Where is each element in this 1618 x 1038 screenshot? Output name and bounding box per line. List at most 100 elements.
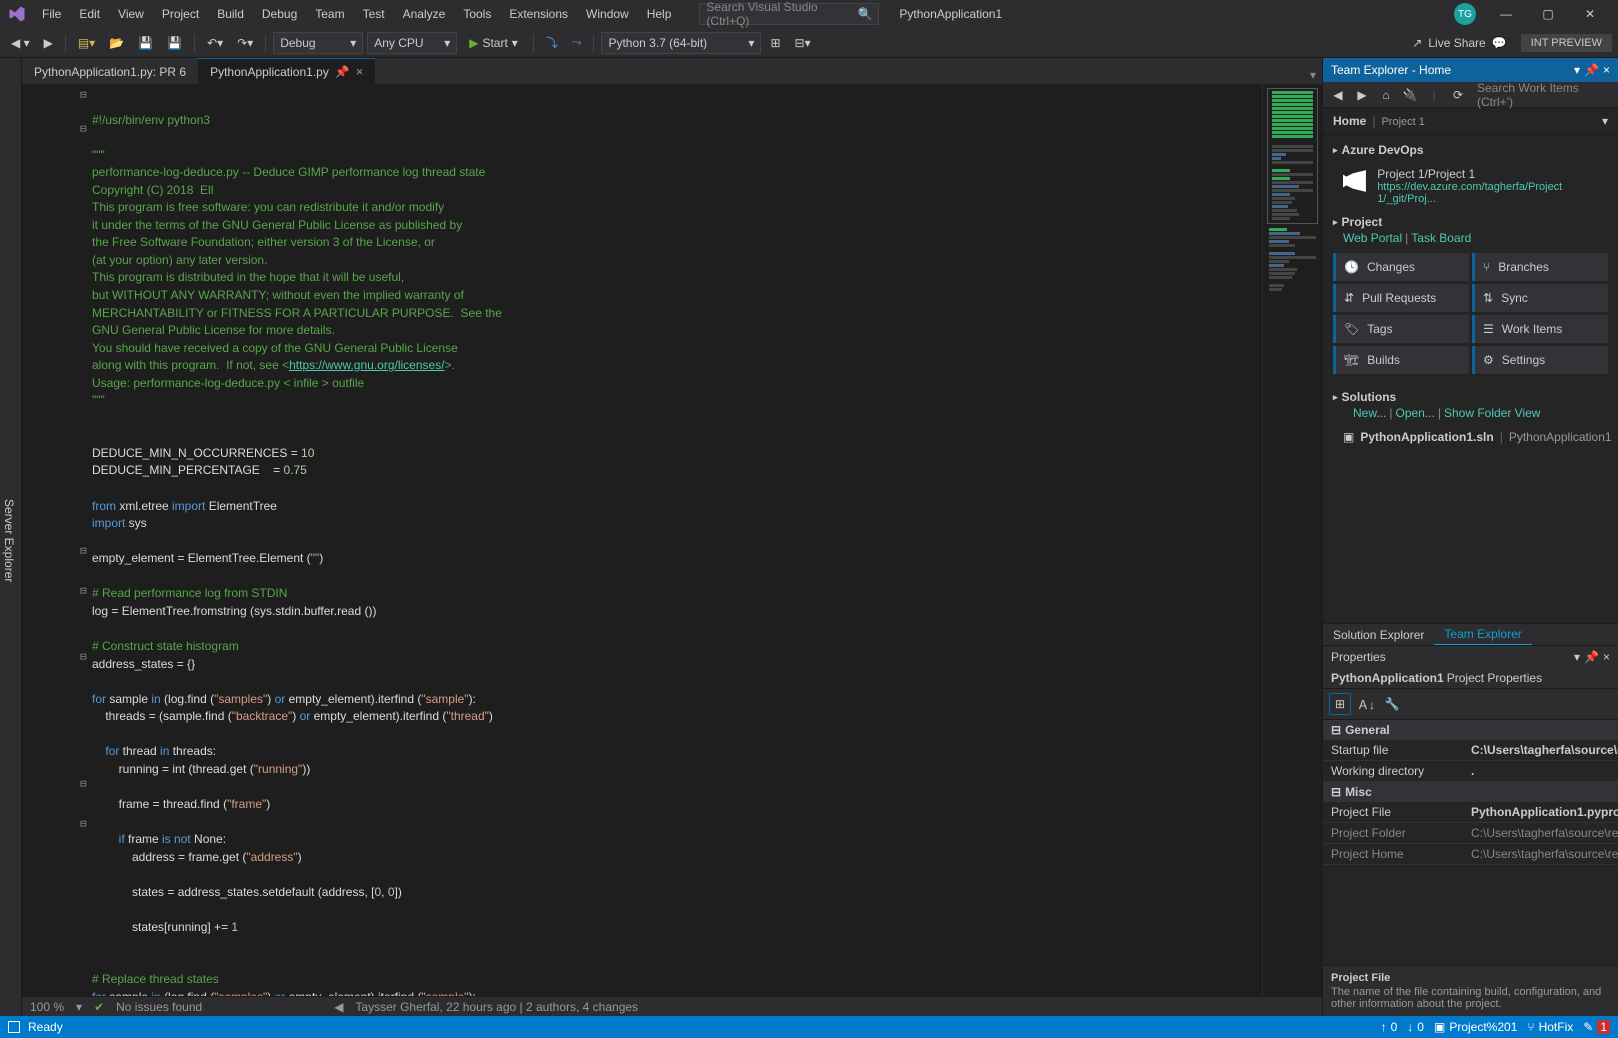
open-solution-link[interactable]: Open... <box>1395 406 1434 420</box>
menu-analyze[interactable]: Analyze <box>395 3 454 25</box>
nav-back-button[interactable]: ◀ ▾ <box>6 33 35 53</box>
pin-icon[interactable]: 📌 <box>1584 650 1599 664</box>
save-button[interactable]: 💾 <box>133 33 158 53</box>
menu-project[interactable]: Project <box>154 3 207 25</box>
cat-general[interactable]: ⊟General <box>1323 720 1618 740</box>
step-into-button[interactable]: ⤵ <box>541 31 563 54</box>
new-solution-link[interactable]: New... <box>1353 406 1386 420</box>
maximize-button[interactable]: ▢ <box>1528 0 1568 28</box>
menu-edit[interactable]: Edit <box>71 3 108 25</box>
menu-team[interactable]: Team <box>307 3 352 25</box>
cat-misc[interactable]: ⊟Misc <box>1323 782 1618 802</box>
step-over-button[interactable]: ⤳ <box>567 32 587 53</box>
python-env-dropdown[interactable]: Python 3.7 (64-bit)▾ <box>601 32 761 54</box>
issues-label[interactable]: No issues found <box>116 1000 202 1014</box>
section-project[interactable]: ▸Project <box>1333 215 1608 229</box>
menu-file[interactable]: File <box>34 3 69 25</box>
feedback-icon[interactable]: 💬 <box>1492 36 1507 50</box>
incoming-commits[interactable]: ↓0 <box>1407 1020 1424 1034</box>
preview-badge[interactable]: INT PREVIEW <box>1521 34 1612 52</box>
properties-subject[interactable]: PythonApplication1 Project Properties <box>1323 668 1618 689</box>
zoom-level[interactable]: 100 % <box>30 1000 64 1014</box>
task-board-link[interactable]: Task Board <box>1411 231 1471 245</box>
menu-build[interactable]: Build <box>209 3 252 25</box>
dropdown-icon[interactable]: ▾ <box>1574 650 1580 664</box>
tile-sync[interactable]: ⇅Sync <box>1472 284 1608 312</box>
solution-row[interactable]: ▣ PythonApplication1.sln|PythonApplicati… <box>1323 426 1618 448</box>
start-button[interactable]: ▶Start▾ <box>461 34 526 52</box>
repo-name[interactable]: ▣Project%201 <box>1434 1020 1517 1034</box>
web-portal-link[interactable]: Web Portal <box>1343 231 1402 245</box>
show-folder-link[interactable]: Show Folder View <box>1444 406 1541 420</box>
layout-button-2[interactable]: ⊟▾ <box>790 33 816 53</box>
dropdown-icon[interactable]: ▾ <box>1574 63 1580 77</box>
tag-icon: 🏷 <box>1344 322 1359 336</box>
tile-changes[interactable]: 🕓Changes <box>1333 253 1469 281</box>
minimize-button[interactable]: — <box>1486 0 1526 28</box>
user-avatar[interactable]: TG <box>1454 3 1476 25</box>
forward-icon[interactable]: ▶ <box>1351 84 1373 106</box>
global-search[interactable]: Search Visual Studio (Ctrl+Q) 🔍 <box>699 3 879 25</box>
tab-pr6[interactable]: PythonApplication1.py: PR 6 <box>22 60 198 84</box>
redo-button[interactable]: ↷▾ <box>232 33 258 53</box>
section-azure-devops[interactable]: ▸Azure DevOps <box>1333 143 1608 157</box>
editor-area: PythonApplication1.py: PR 6 PythonApplic… <box>22 58 1322 1016</box>
menu-tools[interactable]: Tools <box>455 3 499 25</box>
close-icon[interactable]: × <box>1603 63 1610 77</box>
branch-name[interactable]: ⑂HotFix <box>1527 1020 1573 1034</box>
nav-fwd-button[interactable]: ▶ <box>39 33 58 53</box>
prop-startup-file[interactable]: Startup fileC:\Users\tagherfa\source\rep… <box>1323 740 1618 761</box>
minimap[interactable] <box>1262 84 1322 996</box>
categorized-button[interactable]: ⊞ <box>1329 693 1351 715</box>
status-square-icon[interactable] <box>8 1021 20 1033</box>
tab-app-py[interactable]: PythonApplication1.py📌× <box>198 58 375 84</box>
tile-settings[interactable]: ⚙Settings <box>1472 346 1608 374</box>
tile-branches[interactable]: ⑂Branches <box>1472 253 1608 281</box>
work-items-search[interactable]: Search Work Items (Ctrl+') <box>1475 79 1614 111</box>
refresh-icon[interactable]: ⟳ <box>1447 84 1469 106</box>
devops-project-path[interactable]: Project 1/Project 1 <box>1377 167 1608 181</box>
menu-extensions[interactable]: Extensions <box>501 3 576 25</box>
tile-builds[interactable]: 🏗Builds <box>1333 346 1469 374</box>
close-button[interactable]: ✕ <box>1570 0 1610 28</box>
tile-work-items[interactable]: ☰Work Items <box>1472 315 1608 343</box>
layout-button-1[interactable]: ⊞ <box>765 33 785 53</box>
code-editor[interactable]: ⊟#!/usr/bin/env python3 ⊟""" performance… <box>22 84 1262 996</box>
section-solutions[interactable]: ▸Solutions <box>1333 390 1608 404</box>
new-project-button[interactable]: ▤▾ <box>73 33 100 53</box>
tab-close-icon[interactable]: × <box>356 64 364 79</box>
te-title-row[interactable]: Home|Project 1 ▾ <box>1323 108 1618 135</box>
save-all-button[interactable]: 💾 <box>162 33 187 53</box>
server-explorer-tab[interactable]: Server Explorer <box>0 66 18 1016</box>
config-dropdown[interactable]: Debug▾ <box>273 32 363 54</box>
close-icon[interactable]: × <box>1603 650 1610 664</box>
undo-button[interactable]: ↶▾ <box>202 33 228 53</box>
platform-dropdown[interactable]: Any CPU▾ <box>367 32 457 54</box>
menu-view[interactable]: View <box>110 3 152 25</box>
prop-working-dir[interactable]: Working directory. <box>1323 761 1618 782</box>
tab-overflow-button[interactable]: ▾ <box>1304 66 1322 84</box>
menu-test[interactable]: Test <box>355 3 393 25</box>
right-panel: Team Explorer - Home ▾ 📌 × ◀ ▶ ⌂ 🔌 | ⟳ S… <box>1322 58 1618 1016</box>
menu-window[interactable]: Window <box>578 3 637 25</box>
prop-project-file[interactable]: Project FilePythonApplication1.pyproj <box>1323 802 1618 823</box>
back-icon[interactable]: ◀ <box>1327 84 1349 106</box>
live-share-button[interactable]: ↗Live Share 💬 <box>1412 36 1506 50</box>
menu-debug[interactable]: Debug <box>254 3 305 25</box>
pin-icon[interactable]: 📌 <box>1584 63 1599 77</box>
tab-team-explorer[interactable]: Team Explorer <box>1434 624 1531 646</box>
props-pages-button[interactable]: 🔧 <box>1381 693 1403 715</box>
unpushed-commits[interactable]: ↑0 <box>1381 1020 1398 1034</box>
tile-pull-requests[interactable]: ⇵Pull Requests <box>1333 284 1469 312</box>
pending-changes[interactable]: ✎1 <box>1583 1020 1610 1034</box>
menu-help[interactable]: Help <box>639 3 680 25</box>
alpha-button[interactable]: Ａ↓ <box>1355 693 1377 715</box>
connect-icon[interactable]: 🔌 <box>1399 84 1421 106</box>
tile-tags[interactable]: 🏷Tags <box>1333 315 1469 343</box>
devops-url[interactable]: https://dev.azure.com/tagherfa/Project 1… <box>1377 181 1608 205</box>
tab-solution-explorer[interactable]: Solution Explorer <box>1323 625 1434 645</box>
open-file-button[interactable]: 📂 <box>104 33 129 53</box>
pin-icon[interactable]: 📌 <box>335 65 350 79</box>
home-icon[interactable]: ⌂ <box>1375 84 1397 106</box>
codelens-blame[interactable]: Taysser Gherfal, 22 hours ago | 2 author… <box>355 1000 638 1014</box>
